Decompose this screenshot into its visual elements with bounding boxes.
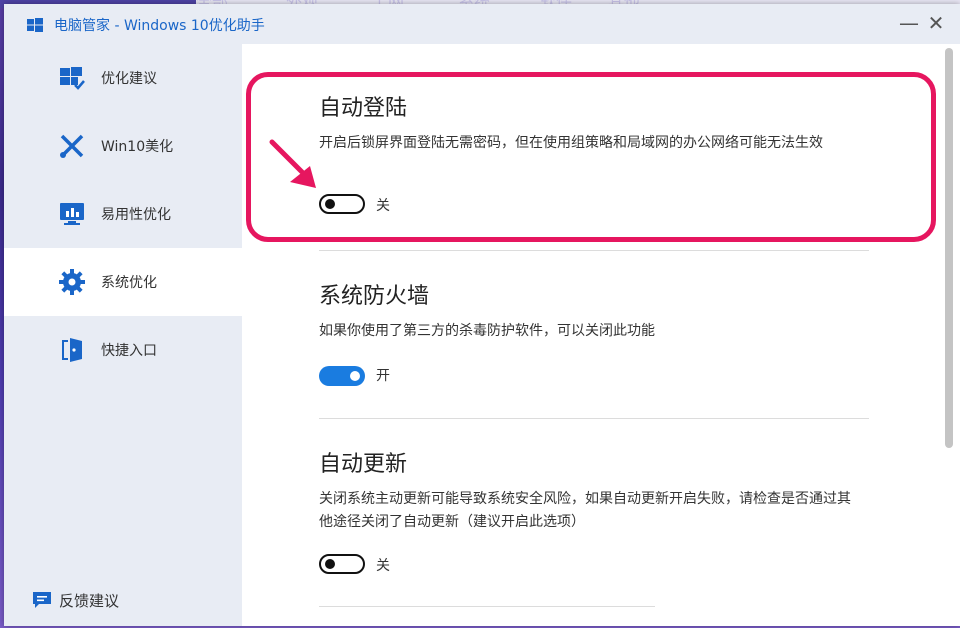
minimize-button[interactable]: — — [895, 10, 923, 38]
sidebar: 优化建议 Win10美化 易用性优化 系统优化 快捷入口 反馈建议 — [4, 44, 242, 626]
toggle-state-label: 开 — [376, 368, 390, 384]
setting-auto-update: 自动更新 关闭系统主动更新可能导致系统安全风险，如果自动更新开启失败，请检查是否… — [319, 446, 879, 586]
sidebar-item-label: Win10美化 — [101, 139, 174, 155]
setting-auto-login: 自动登陆 开启后锁屏界面登陆无需密码，但在使用组策略和局域网的办公网络可能无法生… — [319, 90, 879, 250]
vertical-scrollbar[interactable] — [945, 48, 953, 448]
auto-login-toggle[interactable] — [319, 194, 365, 214]
setting-system-firewall: 系统防火墙 如果你使用了第三方的杀毒防护软件，可以关闭此功能 开 — [319, 278, 879, 388]
sidebar-item-label: 系统优化 — [101, 275, 157, 291]
toggle-knob — [350, 371, 360, 381]
auto-update-toggle[interactable] — [319, 554, 365, 574]
app-window: 电脑管家 - Windows 10优化助手 — ✕ 优化建议 Win10美化 易… — [4, 4, 960, 626]
setting-title: 系统防火墙 — [319, 284, 430, 309]
firewall-toggle[interactable] — [319, 366, 365, 386]
settings-content: 自动登陆 开启后锁屏界面登陆无需密码，但在使用组策略和局域网的办公网络可能无法生… — [242, 44, 960, 626]
setting-description: 开启后锁屏界面登陆无需密码，但在使用组策略和局域网的办公网络可能无法生效 — [319, 135, 823, 151]
window-title: 电脑管家 - Windows 10优化助手 — [54, 18, 265, 34]
sidebar-item-usability[interactable]: 易用性优化 — [4, 180, 242, 248]
divider — [319, 418, 869, 419]
chat-bubble-icon — [33, 592, 51, 608]
brush-cross-icon — [60, 134, 84, 158]
setting-title: 自动更新 — [319, 452, 408, 477]
toggle-state-label: 关 — [376, 198, 390, 214]
sidebar-item-label: 快捷入口 — [101, 343, 157, 359]
windows-logo-icon — [27, 18, 43, 32]
sidebar-item-system-optimization[interactable]: 系统优化 — [4, 248, 242, 316]
toggle-knob — [325, 559, 335, 569]
setting-title: 自动登陆 — [319, 96, 408, 121]
toggle-state-label: 关 — [376, 558, 390, 574]
setting-description: 如果你使用了第三方的杀毒防护软件，可以关闭此功能 — [319, 323, 655, 339]
toggle-knob — [325, 199, 335, 209]
setting-description: 关闭系统主动更新可能导致系统安全风险，如果自动更新开启失败，请检查是否通过其他途… — [319, 491, 851, 530]
monitor-chart-icon — [60, 203, 84, 225]
windows-check-icon — [60, 67, 85, 90]
sidebar-item-shortcuts[interactable]: 快捷入口 — [4, 316, 242, 384]
sidebar-item-optimization-advice[interactable]: 优化建议 — [4, 44, 242, 112]
gear-icon — [59, 269, 85, 295]
divider — [319, 250, 869, 251]
divider — [319, 606, 655, 607]
feedback-label: 反馈建议 — [59, 592, 120, 610]
sidebar-item-label: 易用性优化 — [101, 207, 171, 223]
door-icon — [62, 338, 82, 362]
close-button[interactable]: ✕ — [922, 10, 950, 38]
pointer-arrow-icon — [269, 139, 316, 188]
title-bar: 电脑管家 - Windows 10优化助手 — ✕ — [4, 4, 960, 44]
sidebar-item-label: 优化建议 — [101, 71, 157, 87]
sidebar-item-win10-beautify[interactable]: Win10美化 — [4, 112, 242, 180]
